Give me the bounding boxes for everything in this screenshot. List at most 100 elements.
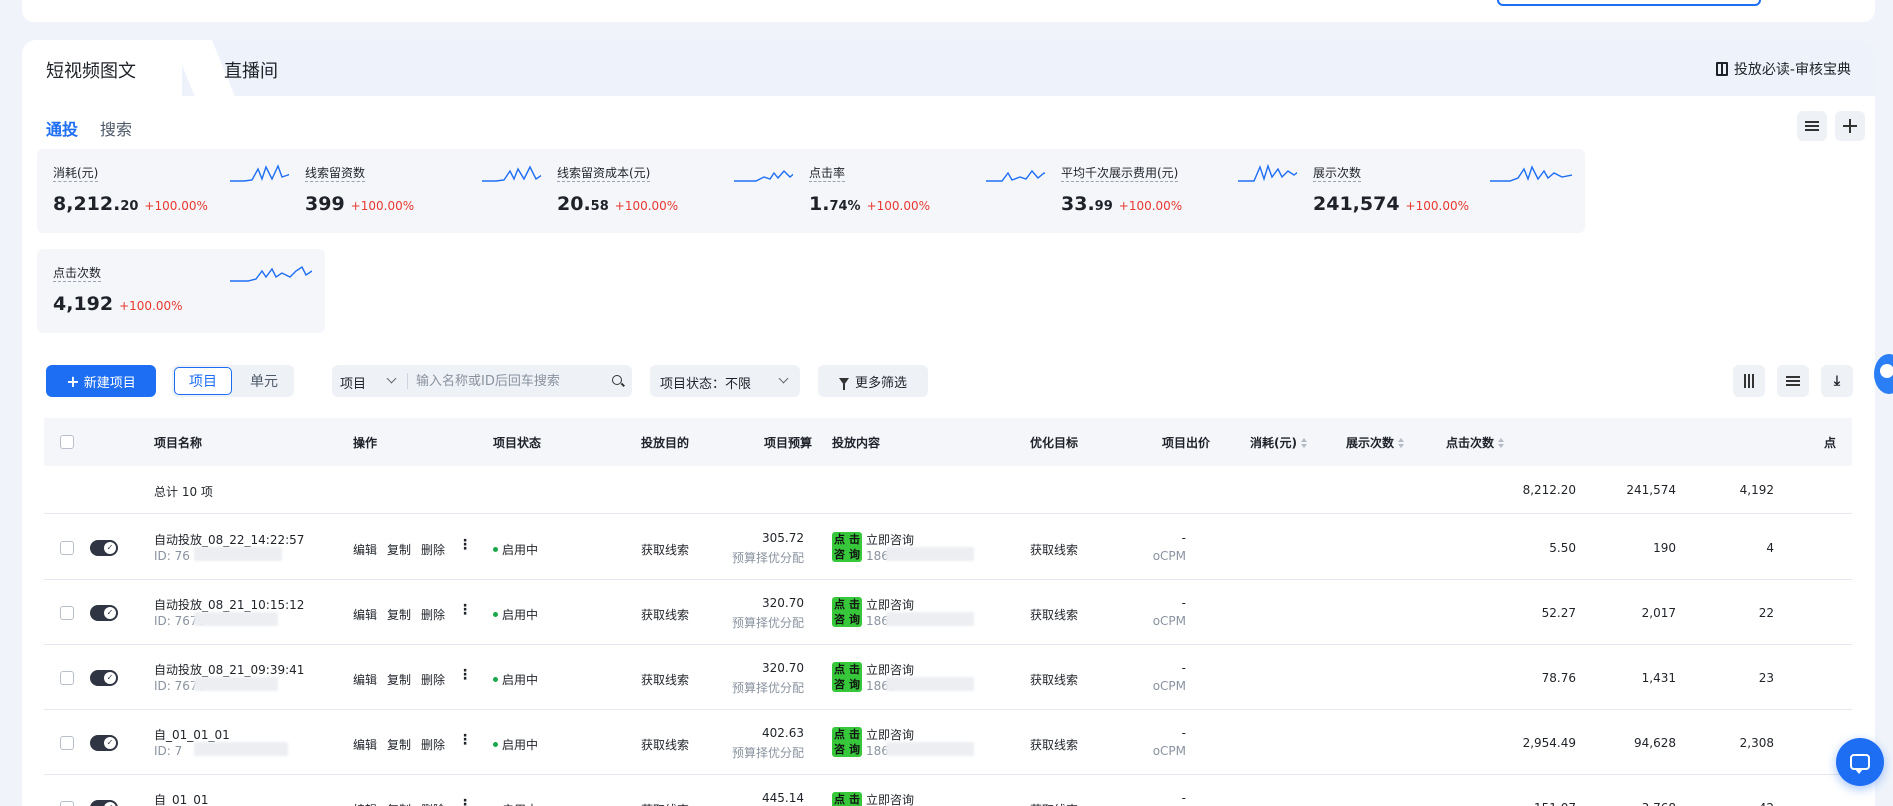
delete-link[interactable]: 删除: [421, 736, 445, 753]
edit-link[interactable]: 编辑: [353, 606, 377, 623]
more-filter-button[interactable]: 更多筛选: [818, 365, 928, 397]
project-name[interactable]: 自动投放_08_21_10:15:12: [154, 596, 304, 613]
guide-link[interactable]: 投放必读-审核宝典: [1715, 59, 1851, 79]
row-checkbox[interactable]: [60, 671, 74, 685]
content-title[interactable]: 立即咨询: [866, 661, 914, 678]
channel-tabs: 短视频图文 直播间 投放必读-审核宝典: [22, 40, 1875, 96]
project-name[interactable]: 自_01_01_01: [154, 726, 230, 743]
content-thumbnail[interactable]: 点击咨询: [832, 662, 862, 692]
copy-link[interactable]: 复制: [387, 541, 411, 558]
metric-card[interactable]: 平均千次展示费用(元) 33.99 +100.00%: [1045, 149, 1333, 233]
content-title[interactable]: 立即咨询: [866, 791, 914, 806]
col-bid: 项目出价: [1162, 436, 1211, 450]
column-settings-button[interactable]: [1733, 365, 1765, 397]
select-all-checkbox[interactable]: [60, 435, 74, 449]
status-filter[interactable]: 项目状态：不限: [650, 365, 800, 397]
table-row[interactable]: 自动投放_08_21_10:15:12ID: 7676编辑复制删除⋮启用中获取线…: [44, 580, 1852, 645]
content-thumbnail[interactable]: 点击咨询: [832, 727, 862, 757]
row-checkbox[interactable]: [60, 801, 74, 806]
project-name[interactable]: 自动投放_08_21_09:39:41: [154, 661, 304, 678]
project-name[interactable]: 自动投放_08_22_14:22:57: [154, 531, 304, 548]
col-ops: 操作: [353, 436, 378, 450]
row-toggle[interactable]: [90, 670, 118, 686]
customize-button[interactable]: [1777, 365, 1809, 397]
target-cell: 获取线索: [1030, 543, 1079, 557]
search-icon[interactable]: [612, 375, 622, 385]
assistant-mascot[interactable]: [1874, 354, 1893, 394]
metric-card[interactable]: 线索留资成本(元) 20.58 +100.00%: [541, 149, 829, 233]
project-name[interactable]: 自_01_01: [154, 791, 209, 806]
row-toggle[interactable]: [90, 800, 118, 806]
filter-icon: [838, 377, 849, 390]
more-actions-icon[interactable]: ⋮: [458, 798, 472, 806]
collapse-icon: [1843, 119, 1857, 133]
impr-cell: 3,768: [1642, 801, 1676, 806]
edit-link[interactable]: 编辑: [353, 801, 377, 806]
more-actions-icon[interactable]: ⋮: [458, 733, 472, 747]
seg-project[interactable]: 项目: [174, 367, 232, 395]
table-row[interactable]: 自_01_01_01ID: 7 编辑复制删除 ⋮ 启用中 获取线索 402.63 预算择优分…: [44, 710, 1852, 775]
chat-support-button[interactable]: [1836, 738, 1884, 786]
copy-link[interactable]: 复制: [387, 736, 411, 753]
metric-label: 线索留资数: [305, 166, 366, 182]
row-toggle[interactable]: [90, 540, 118, 556]
row-checkbox[interactable]: [60, 606, 74, 620]
metric-change: +100.00%: [1118, 199, 1183, 213]
delete-link[interactable]: 删除: [421, 801, 445, 806]
more-actions-icon[interactable]: ⋮: [458, 668, 472, 682]
top-search-input[interactable]: [1497, 0, 1761, 6]
content-thumbnail[interactable]: 点击咨询: [832, 532, 862, 562]
budget-note: 预算择优分配: [731, 551, 804, 565]
edit-link[interactable]: 编辑: [353, 736, 377, 753]
metric-card[interactable]: 点击次数 4,192 +100.00%: [37, 249, 325, 333]
col-impr[interactable]: 展示次数: [1346, 434, 1405, 451]
bid-value: -: [1181, 726, 1186, 740]
row-checkbox[interactable]: [60, 541, 74, 555]
table-row[interactable]: 自动投放_08_22_14:22:57ID: 76 编辑复制删除 ⋮ 启用中 获取线索 3…: [44, 515, 1852, 580]
copy-link[interactable]: 复制: [387, 801, 411, 806]
bid-value: -: [1181, 596, 1186, 610]
copy-link[interactable]: 复制: [387, 671, 411, 688]
new-project-button[interactable]: + 新建项目: [46, 365, 156, 397]
content-title[interactable]: 立即咨询: [866, 726, 914, 743]
clicks-cell: 42: [1759, 801, 1774, 806]
row-checkbox[interactable]: [60, 736, 74, 750]
content-title[interactable]: 立即咨询: [866, 596, 914, 613]
col-clicks[interactable]: 点击次数: [1446, 434, 1505, 451]
download-button[interactable]: ⤓: [1821, 365, 1853, 397]
search-input[interactable]: [416, 369, 606, 393]
delete-link[interactable]: 删除: [421, 671, 445, 688]
more-actions-icon[interactable]: ⋮: [458, 538, 472, 552]
metric-card[interactable]: 消耗(元) 8,212.20 +100.00%: [37, 149, 325, 233]
subtab-general[interactable]: 通投: [46, 116, 78, 140]
metric-card[interactable]: 展示次数 241,574 +100.00%: [1297, 149, 1585, 233]
table-header: 项目名称 操作 项目状态 投放目的 项目预算 投放内容 优化目标 项目出价 消耗…: [44, 418, 1852, 466]
search-type-select[interactable]: 项目: [340, 373, 366, 392]
column-settings-icon: [1744, 374, 1754, 388]
delete-link[interactable]: 删除: [421, 541, 445, 558]
edit-link[interactable]: 编辑: [353, 541, 377, 558]
delete-link[interactable]: 删除: [421, 606, 445, 623]
more-actions-icon[interactable]: ⋮: [458, 603, 472, 617]
seg-unit[interactable]: 单元: [236, 365, 292, 397]
content-thumbnail[interactable]: 点击咨询: [832, 792, 862, 806]
collapse-button[interactable]: [1835, 111, 1865, 141]
metric-card[interactable]: 点击率 1.74% +100.00%: [793, 149, 1081, 233]
redacted-id: [194, 612, 278, 626]
download-icon: ⤓: [1833, 373, 1841, 389]
subtab-search[interactable]: 搜索: [100, 116, 132, 140]
table-row[interactable]: 自_01_01 编辑 复制 删除 ⋮ 启用中 获取线索 445.14 点击咨询立即咨询获取线索 -…: [44, 775, 1852, 806]
row-toggle[interactable]: [90, 605, 118, 621]
delivery-subtabs: 通投 搜索: [46, 116, 132, 140]
col-cost[interactable]: 消耗(元): [1250, 434, 1307, 451]
table-row[interactable]: 自动投放_08_21_09:39:41ID: 7676编辑复制删除⋮启用中获取线…: [44, 645, 1852, 710]
content-title[interactable]: 立即咨询: [866, 531, 914, 548]
tab-live-room[interactable]: 直播间: [224, 57, 278, 83]
tab-short-video[interactable]: 短视频图文: [46, 57, 136, 83]
metric-card[interactable]: 线索留资数 399 +100.00%: [289, 149, 577, 233]
row-toggle[interactable]: [90, 735, 118, 751]
metric-settings-button[interactable]: [1797, 111, 1827, 141]
copy-link[interactable]: 复制: [387, 606, 411, 623]
edit-link[interactable]: 编辑: [353, 671, 377, 688]
content-thumbnail[interactable]: 点击咨询: [832, 597, 862, 627]
